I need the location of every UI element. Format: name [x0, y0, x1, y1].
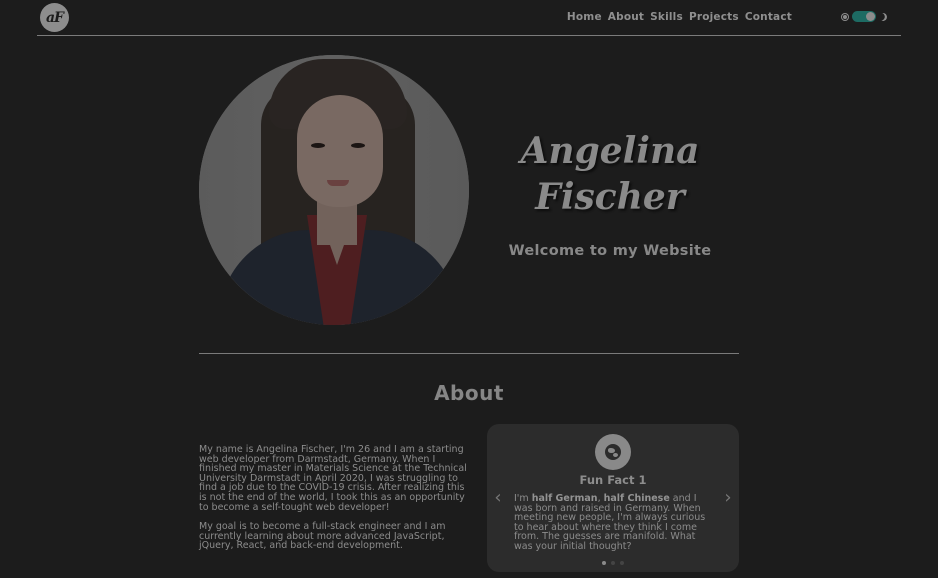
profile-photo	[199, 55, 469, 325]
carousel-dot-1[interactable]	[602, 561, 606, 565]
about-paragraph-2: My goal is to become a full-stack engine…	[199, 521, 446, 552]
hero-first-name: Angelina	[520, 130, 700, 172]
hero-name: Angelina Fischer	[512, 128, 708, 220]
nav-projects[interactable]: Projects	[689, 11, 739, 23]
sun-icon	[841, 13, 849, 21]
navbar: aF Home About Skills Projects Contact	[0, 0, 938, 36]
moon-icon	[878, 11, 888, 21]
carousel-indicators	[487, 561, 739, 565]
welcome-text: Welcome to my Website	[508, 243, 712, 259]
fun-fact-text: I'm half German, half Chinese and I was …	[514, 493, 706, 552]
fun-fact-carousel: Fun Fact 1 I'm half German, half Chinese…	[487, 424, 739, 572]
theme-toggle[interactable]	[852, 11, 876, 22]
carousel-dot-3[interactable]	[620, 561, 624, 565]
fun-fact-title: Fun Fact 1	[579, 473, 647, 487]
carousel-dot-2[interactable]	[611, 561, 615, 565]
nav-home[interactable]: Home	[567, 11, 602, 23]
theme-switcher	[841, 11, 887, 22]
main-nav: Home About Skills Projects Contact	[567, 11, 792, 23]
hero-last-name: Fischer	[535, 176, 685, 218]
header-divider	[37, 35, 901, 36]
logo[interactable]: aF	[40, 3, 69, 32]
about-text: My name is Angelina Fischer, I'm 26 and …	[199, 445, 469, 561]
about-paragraph-1: My name is Angelina Fischer, I'm 26 and …	[199, 444, 467, 513]
section-divider	[199, 353, 739, 354]
nav-skills[interactable]: Skills	[650, 11, 683, 23]
carousel-next-button[interactable]: ›	[721, 488, 735, 508]
nav-about[interactable]: About	[608, 11, 644, 23]
globe-icon	[595, 434, 631, 470]
nav-contact[interactable]: Contact	[745, 11, 792, 23]
carousel-prev-button[interactable]: ‹	[491, 488, 505, 508]
about-heading: About	[434, 381, 504, 405]
